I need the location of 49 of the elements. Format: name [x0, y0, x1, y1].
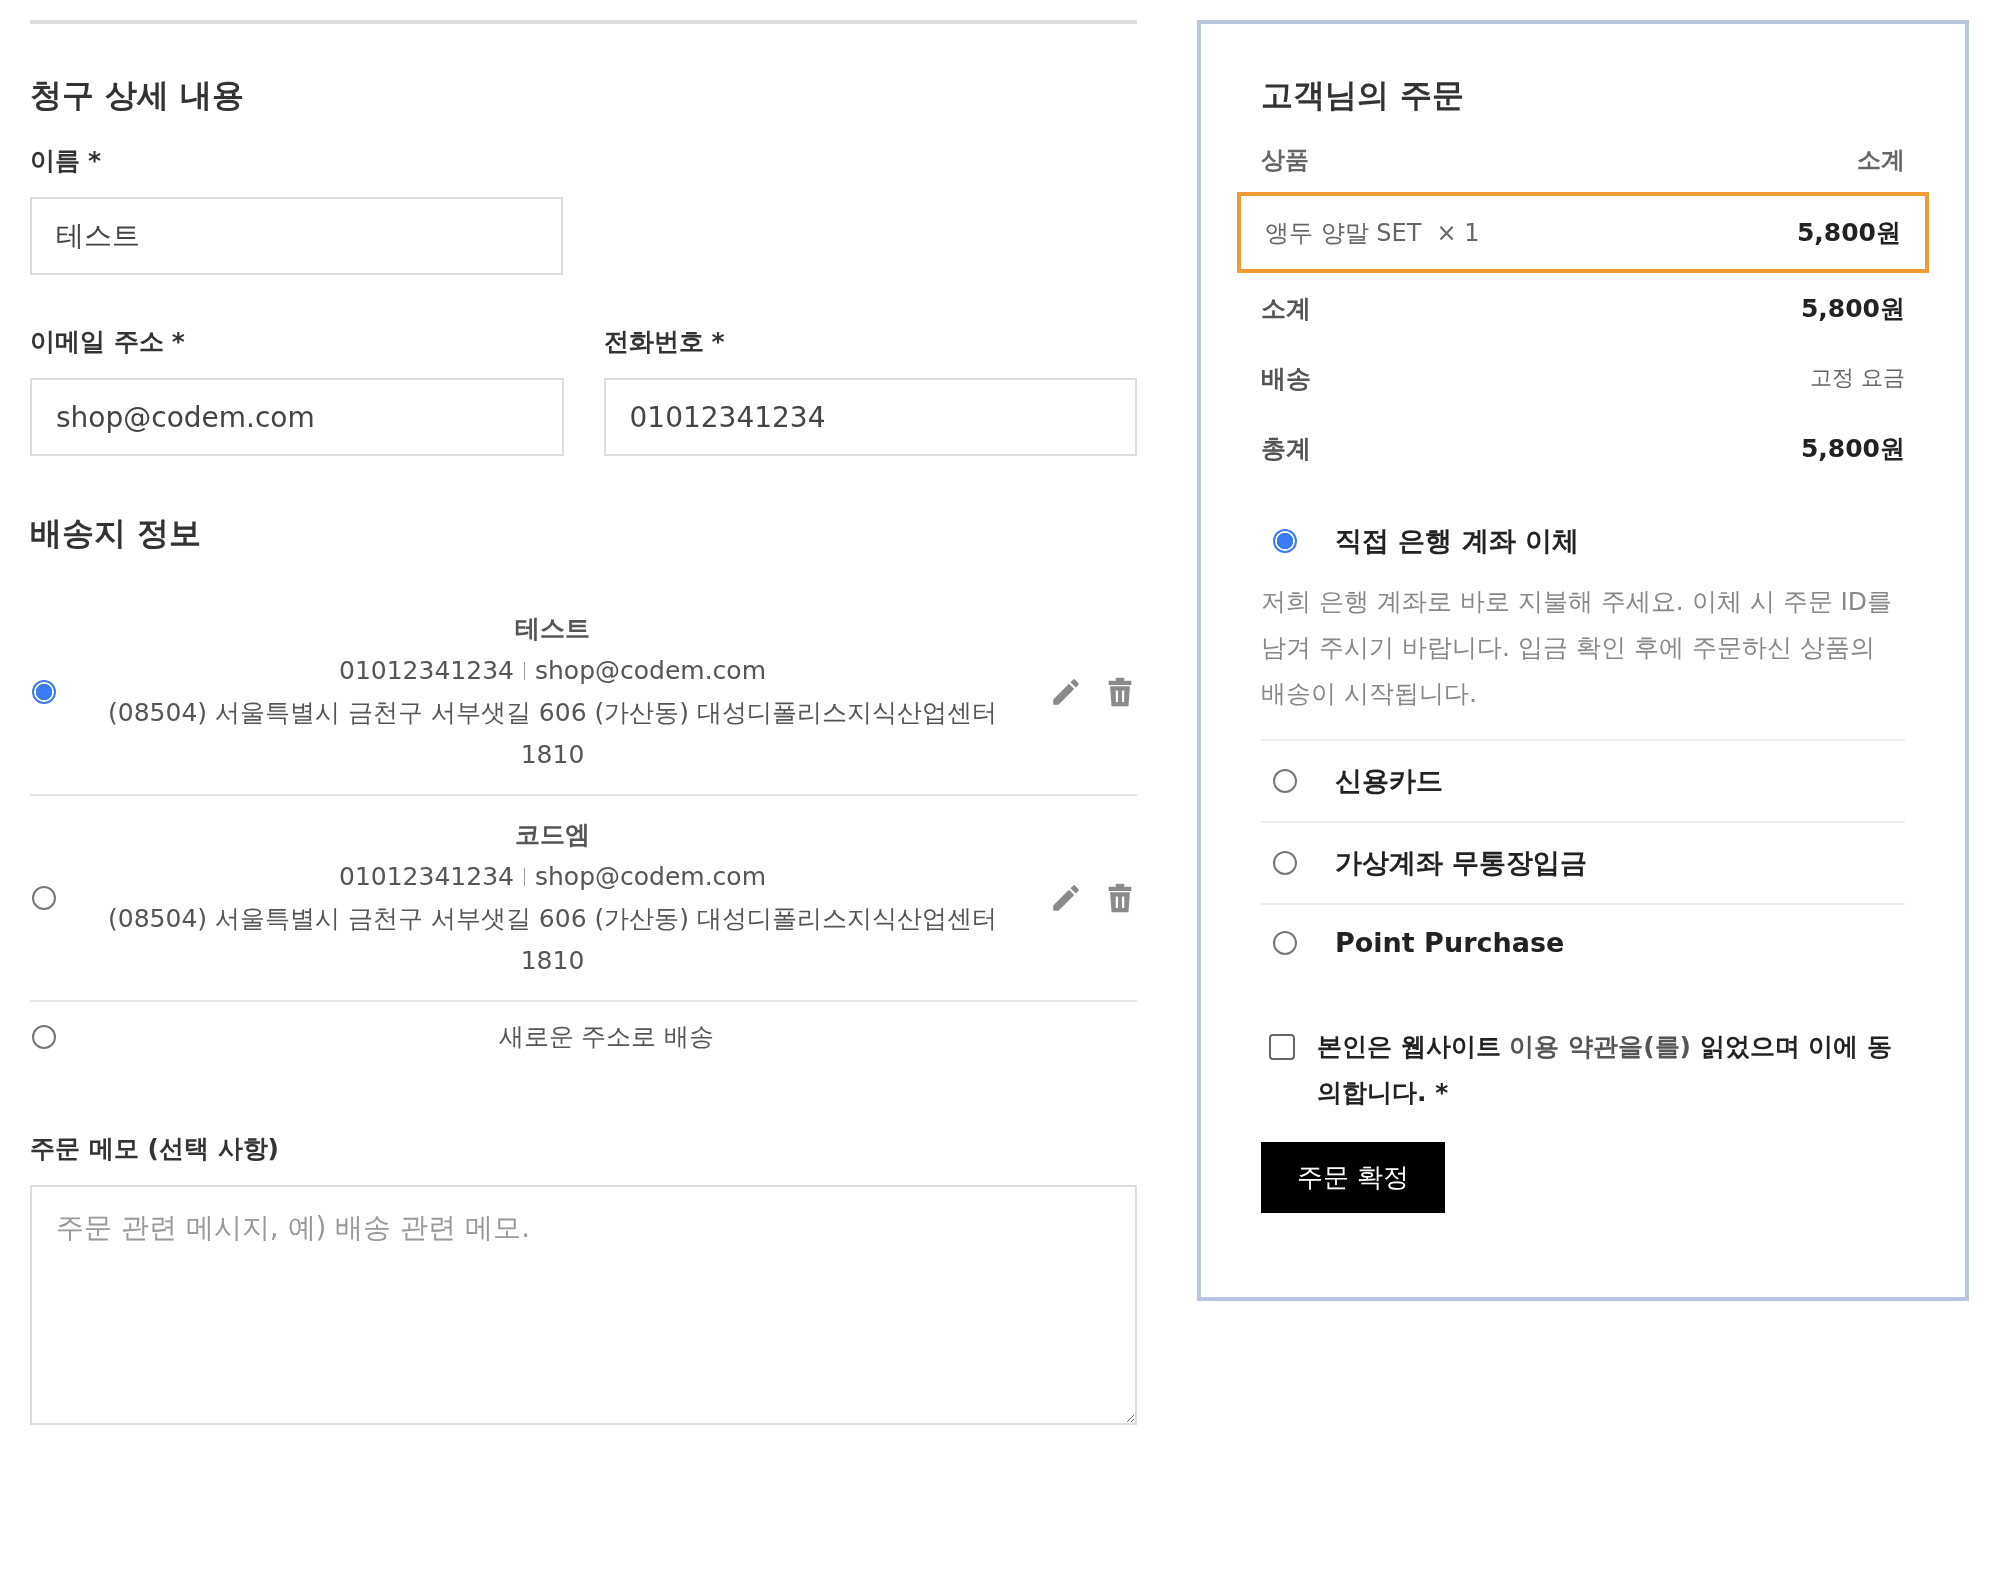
address-email: shop@codem.com	[534, 861, 766, 893]
radio-button[interactable]	[32, 680, 56, 704]
column-header: 소계	[1857, 145, 1905, 176]
radio-button[interactable]	[1273, 930, 1297, 955]
required-mark: *	[711, 327, 725, 356]
required-mark: *	[88, 146, 102, 175]
checkbox[interactable]	[1269, 1034, 1295, 1060]
place-order-button[interactable]: 주문 확정	[1261, 1142, 1446, 1213]
payment-option: 가상계좌 무통장입금	[1335, 845, 1588, 881]
terms-link[interactable]: 이용 약관을(를)	[1509, 1032, 1691, 1061]
phone-field[interactable]: 01012341234	[603, 378, 1137, 456]
total-value: 5,800원	[1800, 292, 1905, 325]
address-phone: 01012341234	[339, 861, 514, 893]
new-address-option: 새로운 주소로 배송	[498, 1016, 715, 1058]
section-heading: 배송지 정보	[30, 513, 203, 554]
address-text: (08504) 서울특별시 금천구 서부샛길 606 (가산동) 대성디폴리스지식산업센터 1810	[107, 697, 998, 771]
order-notes-field[interactable]: 주문 관련 메시지, 예) 배송 관련 메모.	[30, 1185, 1137, 1425]
product-price: 5,800원	[1796, 217, 1901, 249]
name-field[interactable]: 테스트	[30, 197, 563, 275]
address-text: (08504) 서울특별시 금천구 서부샛길 606 (가산동) 대성디폴리스지식산업센터 1810	[107, 903, 998, 977]
field-label: 이메일 주소	[30, 327, 164, 356]
total-value: 5,800원	[1800, 432, 1905, 465]
payment-option: 직접 은행 계좌 이체	[1335, 523, 1580, 559]
address-email: shop@codem.com	[534, 655, 766, 687]
field-label: 전화번호	[603, 327, 704, 356]
total-label: 배송	[1261, 362, 1311, 395]
address-name: 코드엠	[515, 819, 590, 851]
radio-button[interactable]	[1273, 769, 1297, 793]
column-header: 상품	[1261, 145, 1309, 176]
address-phone: 01012341234	[339, 655, 514, 687]
payment-description: 저희 은행 계좌로 바로 지불해 주세요. 이체 시 주문 ID를 남겨 주시기 바랍니다. 입금 확인 후에 주문하신 상품의 배송이 시작됩니다.	[1261, 586, 1894, 710]
payment-option: 신용카드	[1335, 763, 1443, 799]
total-value: 고정 요금	[1810, 364, 1905, 392]
product-name: 앵두 양말 SET × 1	[1265, 217, 1480, 249]
field-label: 이름	[30, 146, 80, 175]
total-label: 총계	[1261, 432, 1311, 465]
payment-option: Point Purchase	[1335, 927, 1565, 958]
email-field[interactable]: shop@codem.com	[30, 378, 564, 456]
required-mark: *	[171, 327, 185, 356]
section-heading: 고객님의 주문	[1261, 75, 1466, 116]
total-label: 소계	[1261, 292, 1311, 325]
field-label: 주문 메모 (선택 사항)	[30, 1133, 280, 1165]
section-heading: 청구 상세 내용	[30, 75, 246, 116]
address-name: 테스트	[515, 613, 590, 645]
radio-button[interactable]	[32, 1025, 56, 1049]
terms-text: 본인은 웹사이트 이용 약관을(를) 읽었으며 이에 동의합니다. *	[1317, 1031, 1894, 1109]
radio-button[interactable]	[1273, 529, 1297, 553]
radio-button[interactable]	[1273, 851, 1297, 875]
radio-button[interactable]	[32, 886, 56, 910]
